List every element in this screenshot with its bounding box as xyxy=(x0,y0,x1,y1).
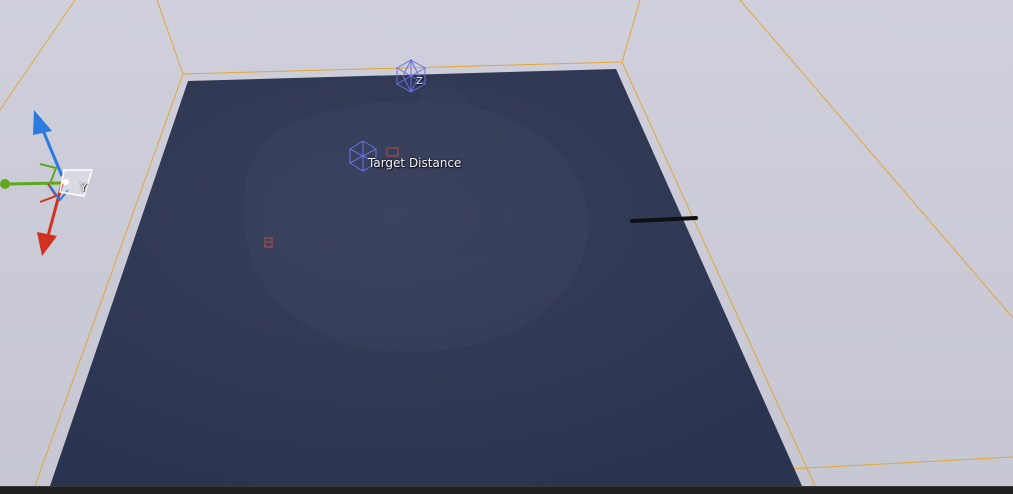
bounds-edge xyxy=(156,0,184,75)
viewport-bottom-bar xyxy=(0,486,1013,494)
bounds-edge xyxy=(0,0,76,111)
bounds-edge xyxy=(621,0,641,63)
scene-canvas[interactable] xyxy=(0,0,1013,494)
editor-viewport[interactable]: Target Distance Z Y xyxy=(0,0,1013,494)
bounds-edge xyxy=(739,0,1013,319)
move-gizmo-icon[interactable] xyxy=(0,110,94,256)
